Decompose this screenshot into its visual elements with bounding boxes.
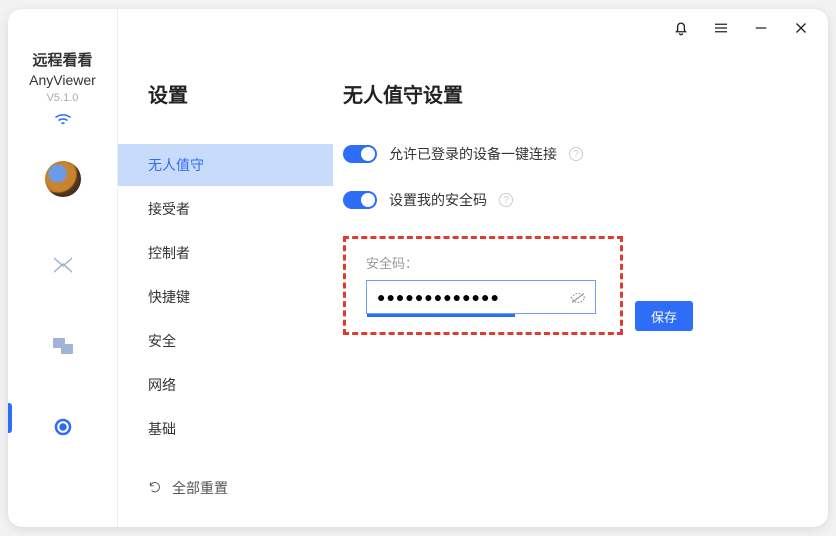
rail-item-monitors[interactable]	[50, 333, 76, 359]
help-icon[interactable]: ?	[569, 147, 583, 161]
brand-version: V5.1.0	[47, 92, 79, 104]
nav-item-basic[interactable]: 基础	[118, 408, 333, 450]
help-icon[interactable]: ?	[499, 193, 513, 207]
minimize-icon[interactable]	[752, 19, 770, 37]
panel-title: 无人值守设置	[343, 79, 788, 108]
row-allow-one-click: 允许已登录的设备一键连接 ?	[343, 144, 788, 164]
rail-active-indicator	[8, 403, 12, 433]
nav-item-controller[interactable]: 控制者	[118, 232, 333, 274]
app-window: 远程看看 AnyViewer V5.1.0 设置 无人值守 接受者 控制者 快捷…	[8, 9, 828, 527]
left-rail: 远程看看 AnyViewer V5.1.0	[8, 9, 118, 527]
menu-icon[interactable]	[712, 19, 730, 37]
settings-title: 设置	[118, 79, 333, 108]
toggle-set-security-code[interactable]	[343, 191, 377, 209]
nav-item-receiver[interactable]: 接受者	[118, 188, 333, 230]
toggle2-label: 设置我的安全码	[389, 190, 487, 210]
nav-item-unattended[interactable]: 无人值守	[118, 144, 333, 186]
bell-icon[interactable]	[672, 19, 690, 37]
row-set-security-code: 设置我的安全码 ?	[343, 190, 788, 210]
eye-hidden-icon[interactable]	[569, 289, 587, 307]
rail-item-settings[interactable]	[50, 414, 76, 440]
brand-name-en: AnyViewer	[29, 72, 96, 88]
toggle-allow-one-click[interactable]	[343, 145, 377, 163]
avatar[interactable]	[45, 161, 81, 197]
security-code-input[interactable]	[377, 289, 559, 305]
wifi-icon	[54, 112, 72, 131]
rail-item-devices[interactable]	[50, 252, 76, 278]
settings-nav: 设置 无人值守 接受者 控制者 快捷键 安全 网络 基础 全部重置	[118, 9, 333, 527]
reset-all-label: 全部重置	[172, 478, 228, 498]
security-code-highlight: 安全码：	[343, 236, 623, 335]
close-icon[interactable]	[792, 19, 810, 37]
titlebar	[672, 19, 810, 37]
security-code-field-wrap	[366, 280, 596, 314]
undo-icon	[148, 480, 162, 497]
security-code-row: 安全码： 保存	[343, 236, 788, 335]
reset-all-button[interactable]: 全部重置	[118, 478, 333, 498]
save-button[interactable]: 保存	[635, 301, 693, 331]
toggle1-label: 允许已登录的设备一键连接	[389, 144, 557, 164]
nav-item-hotkeys[interactable]: 快捷键	[118, 276, 333, 318]
settings-panel: 无人值守设置 允许已登录的设备一键连接 ? 设置我的安全码 ? 安全码： 保存	[333, 9, 828, 527]
nav-item-network[interactable]: 网络	[118, 364, 333, 406]
nav-item-security[interactable]: 安全	[118, 320, 333, 362]
brand-name-cn: 远程看看	[32, 49, 92, 70]
security-code-caption: 安全码：	[366, 253, 600, 272]
